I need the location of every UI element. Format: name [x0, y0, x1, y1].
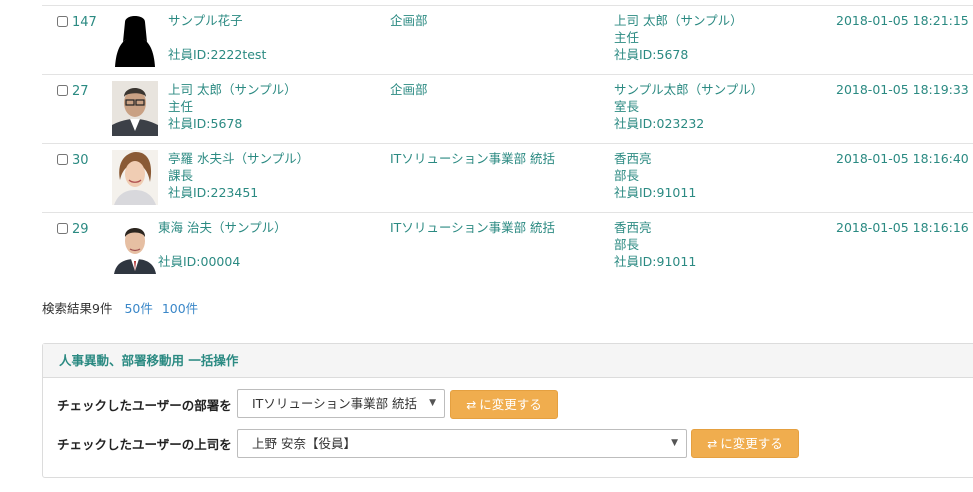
- updated-at-text: 2018-01-05 18:21:15: [836, 13, 969, 28]
- user-name-link[interactable]: 上司 太郎（サンプル）: [168, 81, 297, 98]
- boss-name-link[interactable]: 上司 太郎（サンプル）: [614, 12, 743, 29]
- table-row: 30 亭羅 水夫斗（サンプル） 課長 社員ID:223451 ITソリューション…: [42, 144, 973, 212]
- dept-cell: 企画部: [390, 12, 428, 29]
- dept-cell: ITソリューション事業部 統括: [390, 150, 555, 167]
- updated-at: 2018-01-05 18:16:16: [836, 219, 969, 236]
- result-count: 検索結果9件: [42, 301, 113, 316]
- row-checkbox[interactable]: [57, 154, 68, 165]
- boss-cell: 上司 太郎（サンプル） 主任 社員ID:5678: [614, 12, 743, 63]
- boss-cell: 香西亮 部長 社員ID:91011: [614, 219, 696, 270]
- user-cell: サンプル花子 社員ID:2222test: [168, 12, 266, 63]
- row-id: 147: [72, 15, 97, 30]
- row-id: 29: [72, 222, 89, 237]
- user-name-link[interactable]: 亭羅 水夫斗（サンプル）: [168, 150, 309, 167]
- caret-down-icon: ▼: [429, 398, 436, 408]
- user-cell: 東海 治夫（サンプル） 社員ID:00004: [158, 219, 287, 270]
- boss-name-link[interactable]: 香西亮: [614, 219, 696, 236]
- boss-name-link[interactable]: 香西亮: [614, 150, 696, 167]
- dept-change-label: チェックしたユーザーの部署を: [57, 398, 232, 413]
- boss-select[interactable]: 上野 安奈【役員】 ▼: [237, 429, 687, 458]
- boss-employee-id: 社員ID:91011: [614, 254, 697, 269]
- dept-select-value: ITソリューション事業部 統括: [252, 396, 418, 411]
- user-employee-id: 社員ID:00004: [158, 254, 241, 269]
- user-name-link[interactable]: サンプル花子: [168, 12, 266, 29]
- user-title: [168, 29, 266, 46]
- boss-title: 主任: [614, 30, 640, 45]
- boss-title: 部長: [614, 237, 640, 252]
- boss-title: 部長: [614, 168, 640, 183]
- user-name-link[interactable]: 東海 治夫（サンプル）: [158, 219, 287, 236]
- boss-select-value: 上野 安奈【役員】: [252, 436, 356, 451]
- updated-at: 2018-01-05 18:21:15: [836, 12, 969, 29]
- avatar: [112, 81, 158, 136]
- boss-employee-id: 社員ID:91011: [614, 185, 697, 200]
- panel-title: 人事異動、部署移動用 一括操作: [43, 344, 973, 378]
- dept-link[interactable]: 企画部: [390, 81, 428, 98]
- dept-link[interactable]: ITソリューション事業部 統括: [390, 150, 555, 167]
- user-title: [158, 236, 287, 253]
- avatar: [112, 219, 158, 274]
- dept-link[interactable]: 企画部: [390, 12, 428, 29]
- bulk-operation-panel: 人事異動、部署移動用 一括操作 チェックしたユーザーの部署を ITソリューション…: [42, 343, 973, 478]
- row-checkbox[interactable]: [57, 223, 68, 234]
- user-title: 主任: [168, 99, 194, 114]
- boss-cell: サンプル太郎（サンプル） 室長 社員ID:023232: [614, 81, 763, 132]
- user-employee-id: 社員ID:5678: [168, 116, 243, 131]
- change-dept-button-label: に変更する: [479, 397, 542, 412]
- boss-cell: 香西亮 部長 社員ID:91011: [614, 150, 696, 201]
- user-employee-id: 社員ID:2222test: [168, 47, 267, 62]
- updated-at-text: 2018-01-05 18:16:40: [836, 151, 969, 166]
- row-checkbox[interactable]: [57, 85, 68, 96]
- boss-name-link[interactable]: サンプル太郎（サンプル）: [614, 81, 763, 98]
- user-cell: 上司 太郎（サンプル） 主任 社員ID:5678: [168, 81, 297, 132]
- dept-select[interactable]: ITソリューション事業部 統括 ▼: [237, 389, 445, 418]
- change-boss-button[interactable]: ⇄ に変更する: [691, 429, 799, 458]
- boss-change-label: チェックしたユーザーの上司を: [57, 437, 232, 452]
- per-page-50-link[interactable]: 50件: [124, 301, 152, 316]
- change-boss-button-label: に変更する: [720, 436, 783, 451]
- table-row: 147 サンプル花子 社員ID:2222test 企画部 上司 太郎（サンプル）…: [42, 6, 973, 74]
- search-summary: 検索結果9件 50件 100件: [42, 298, 198, 317]
- row-id: 27: [72, 84, 89, 99]
- row-checkbox[interactable]: [57, 16, 68, 27]
- swap-arrows-icon: ⇄: [707, 437, 718, 451]
- change-dept-button[interactable]: ⇄ に変更する: [450, 390, 558, 419]
- user-cell: 亭羅 水夫斗（サンプル） 課長 社員ID:223451: [168, 150, 309, 201]
- dept-cell: 企画部: [390, 81, 428, 98]
- per-page-100-link[interactable]: 100件: [162, 301, 198, 316]
- caret-down-icon: ▼: [671, 438, 678, 448]
- boss-title: 室長: [614, 99, 640, 114]
- updated-at-text: 2018-01-05 18:16:16: [836, 220, 969, 235]
- swap-arrows-icon: ⇄: [466, 398, 477, 412]
- avatar: [112, 12, 158, 67]
- updated-at: 2018-01-05 18:16:40: [836, 150, 969, 167]
- user-employee-id: 社員ID:223451: [168, 185, 259, 200]
- boss-employee-id: 社員ID:023232: [614, 116, 705, 131]
- avatar: [112, 150, 158, 205]
- dept-cell: ITソリューション事業部 統括: [390, 219, 555, 236]
- table-row: 27 上司 太郎（サンプル） 主任 社員ID:5678 企画部 サンプル太郎（サ…: [42, 75, 973, 143]
- dept-link[interactable]: ITソリューション事業部 統括: [390, 219, 555, 236]
- updated-at-text: 2018-01-05 18:19:33: [836, 82, 969, 97]
- boss-employee-id: 社員ID:5678: [614, 47, 689, 62]
- row-id: 30: [72, 153, 89, 168]
- table-row: 29 東海 治夫（サンプル） 社員ID:00004 ITソリューション事業部 統…: [42, 213, 973, 281]
- user-title: 課長: [168, 168, 194, 183]
- updated-at: 2018-01-05 18:19:33: [836, 81, 969, 98]
